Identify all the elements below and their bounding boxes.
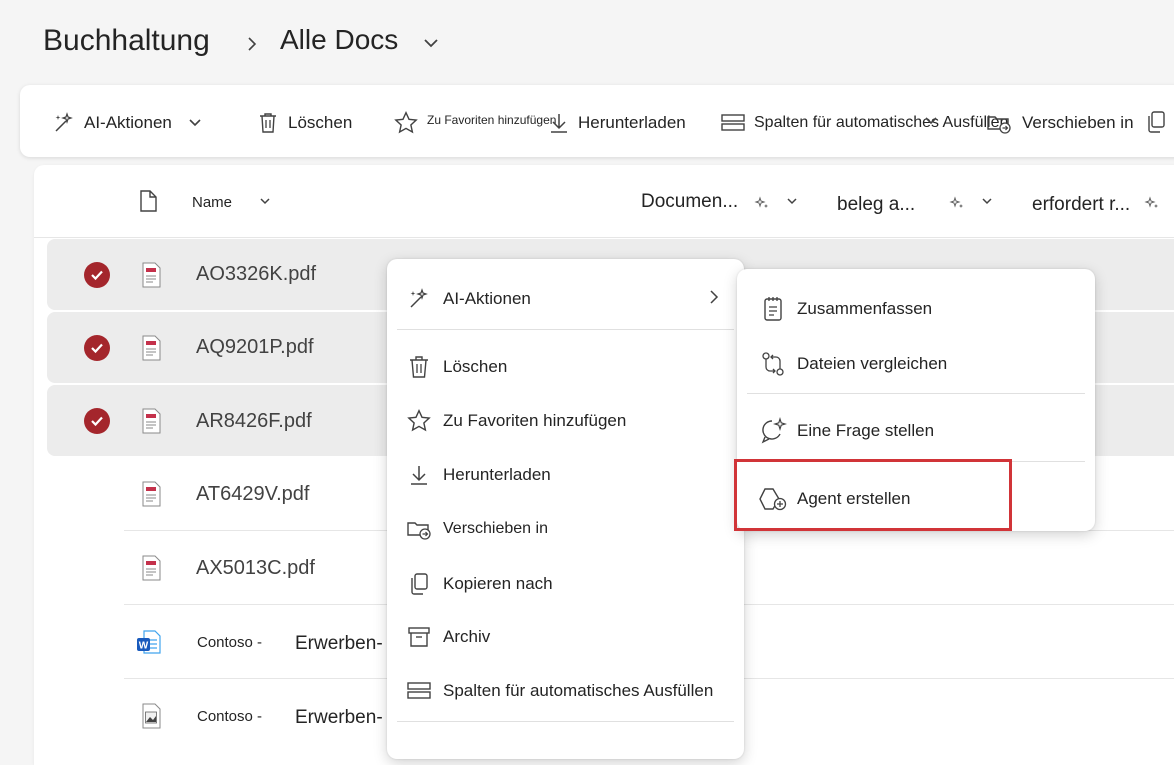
submenu-chevron-right-icon: [709, 289, 719, 305]
context-menu-autofill[interactable]: Spalten für automatisches Ausfüllen: [405, 674, 713, 708]
sparkle-wand-icon: [405, 287, 433, 311]
breadcrumb-root[interactable]: Buchhaltung: [43, 24, 210, 58]
toolbar-ai-actions-label: AI-Aktionen: [84, 113, 172, 132]
file-name[interactable]: AX5013C.pdf: [196, 557, 315, 580]
submenu-summarize[interactable]: Zusammenfassen: [759, 292, 932, 326]
pdf-file-icon: [140, 262, 162, 288]
menu-divider: [397, 329, 734, 330]
folder-move-icon: [405, 517, 433, 541]
file-name[interactable]: Contoso -: [197, 708, 262, 725]
word-file-icon: W: [136, 629, 162, 655]
toolbar-autofill-chevron-icon[interactable]: [924, 116, 938, 126]
ai-column-sparkle-icon: [754, 195, 770, 211]
compare-files-icon: [759, 351, 787, 377]
context-menu-download[interactable]: Herunterladen: [405, 458, 551, 492]
image-file-icon: [140, 703, 162, 729]
file-name-part[interactable]: Erwerben-: [295, 707, 383, 729]
toolbar-move-label: Verschieben in: [1022, 113, 1134, 132]
highlight-box: [734, 459, 1012, 531]
submenu-ask-question-label: Eine Frage stellen: [797, 421, 935, 440]
svg-text:W: W: [139, 641, 149, 652]
toolbar-autofill-button[interactable]: Spalten für automatisches Ausfüllen: [720, 87, 1008, 159]
columns-autofill-icon: [720, 112, 746, 134]
row-selected-check-icon[interactable]: [84, 335, 110, 361]
toolbar-autofill-label: Spalten für automatisches Ausfüllen: [754, 114, 1009, 131]
toolbar-copy-icon[interactable]: [1144, 110, 1168, 134]
chevron-down-icon: [188, 118, 202, 128]
submenu-compare[interactable]: Dateien vergleichen: [759, 347, 947, 381]
menu-divider: [397, 721, 734, 722]
breadcrumb-current[interactable]: Alle Docs: [280, 24, 398, 56]
toolbar-ai-actions-button[interactable]: AI-Aktionen: [52, 87, 202, 159]
view-chevron-down-icon[interactable]: [423, 37, 439, 49]
download-icon: [405, 463, 433, 487]
row-selected-check-icon[interactable]: [84, 408, 110, 434]
menu-divider: [747, 393, 1085, 394]
column-chevron-icon[interactable]: [786, 197, 798, 206]
trash-icon: [405, 354, 433, 380]
ai-column-sparkle-icon: [949, 195, 965, 211]
copy-icon: [405, 572, 433, 596]
archive-icon: [405, 625, 433, 649]
breadcrumb-separator-icon: [245, 36, 259, 52]
column-header-erfordert[interactable]: erfordert r...: [1032, 194, 1130, 216]
column-header-beleg[interactable]: beleg a...: [837, 194, 915, 216]
toolbar-move-button[interactable]: Verschieben in: [986, 87, 1134, 159]
sparkle-wand-icon: [52, 111, 76, 135]
submenu-ask-question[interactable]: Eine Frage stellen: [759, 414, 934, 448]
context-menu-favorite-label: Zu Favoriten hinzufügen: [443, 411, 627, 430]
download-icon: [548, 111, 570, 135]
submenu-summarize-label: Zusammenfassen: [797, 299, 933, 318]
file-name[interactable]: AT6429V.pdf: [196, 483, 309, 506]
context-menu-archive[interactable]: Archiv: [405, 620, 490, 654]
chat-sparkle-icon: [759, 417, 787, 445]
column-header-name[interactable]: Name: [192, 194, 232, 211]
header-divider: [34, 237, 1174, 238]
file-name-part[interactable]: Erwerben-: [295, 633, 383, 655]
name-sort-chevron-icon[interactable]: [259, 197, 271, 206]
notepad-summary-icon: [759, 296, 787, 322]
context-menu-copy[interactable]: Kopieren nach: [405, 567, 553, 601]
star-icon: [393, 110, 419, 136]
context-menu-download-label: Herunterladen: [443, 465, 551, 484]
pdf-file-icon: [140, 555, 162, 581]
trash-icon: [256, 111, 280, 135]
toolbar-favorite-button[interactable]: Zu Favoriten hinzufügen: [393, 87, 556, 159]
columns-autofill-icon: [405, 680, 433, 702]
toolbar-download-label: Herunterladen: [578, 113, 686, 132]
file-name[interactable]: AR8426F.pdf: [196, 410, 312, 433]
context-menu-move[interactable]: Verschieben in: [405, 512, 548, 546]
column-header-document[interactable]: Documen...: [641, 191, 738, 213]
toolbar-delete-label: Löschen: [288, 113, 353, 132]
context-menu-ai-actions[interactable]: AI-Aktionen: [405, 283, 531, 315]
file-name[interactable]: Contoso -: [197, 634, 262, 651]
column-chevron-icon[interactable]: [981, 197, 993, 206]
context-menu-delete[interactable]: Löschen: [405, 350, 507, 384]
context-menu-archive-label: Archiv: [443, 627, 491, 646]
submenu-compare-label: Dateien vergleichen: [797, 354, 948, 373]
context-menu-ai-actions-label: AI-Aktionen: [443, 289, 531, 308]
toolbar-favorite-label: Zu Favoriten hinzufügen: [427, 113, 557, 127]
row-selected-check-icon[interactable]: [84, 262, 110, 288]
pdf-file-icon: [140, 481, 162, 507]
file-name[interactable]: AO3326K.pdf: [196, 263, 316, 286]
pdf-file-icon: [140, 335, 162, 361]
star-icon: [405, 408, 433, 434]
context-menu-copy-label: Kopieren nach: [443, 574, 553, 593]
toolbar-delete-button[interactable]: Löschen: [256, 87, 352, 159]
toolbar-download-button[interactable]: Herunterladen: [548, 87, 686, 159]
context-menu-favorite[interactable]: Zu Favoriten hinzufügen: [405, 404, 626, 438]
context-menu-autofill-label: Spalten für automatisches Ausfüllen: [443, 681, 714, 700]
ai-column-sparkle-icon: [1144, 195, 1160, 211]
context-menu-delete-label: Löschen: [443, 357, 508, 376]
folder-move-icon: [986, 111, 1012, 135]
context-menu-move-label: Verschieben in: [443, 520, 548, 537]
file-type-header-icon[interactable]: [138, 189, 158, 213]
pdf-file-icon: [140, 408, 162, 434]
file-name[interactable]: AQ9201P.pdf: [196, 336, 314, 359]
